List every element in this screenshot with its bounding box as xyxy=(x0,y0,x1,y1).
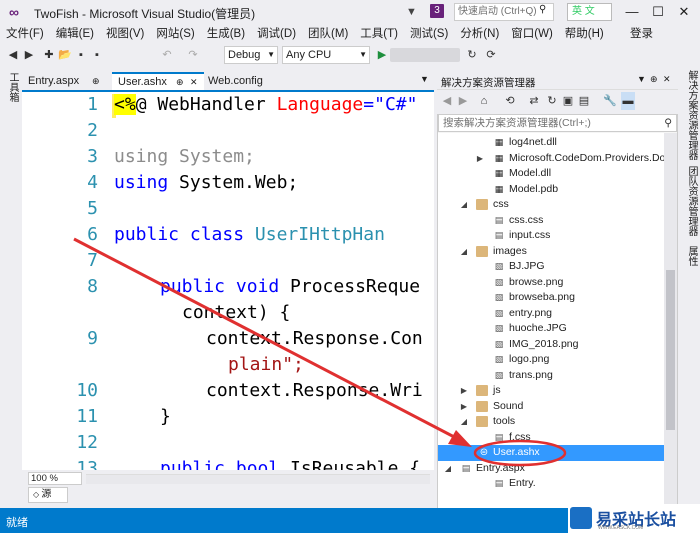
watermark: 易采站长站 WWW.EASCK.COM xyxy=(568,504,700,533)
annotation-arrow-head xyxy=(448,430,472,447)
status-text: 就绪 xyxy=(6,517,28,529)
annotation-overlay xyxy=(73,237,567,467)
annotation-arrow-line xyxy=(73,237,461,442)
annotation-circle xyxy=(473,439,567,467)
watermark-subtext: WWW.EASCK.COM xyxy=(598,525,644,531)
watermark-logo-icon xyxy=(570,507,592,529)
